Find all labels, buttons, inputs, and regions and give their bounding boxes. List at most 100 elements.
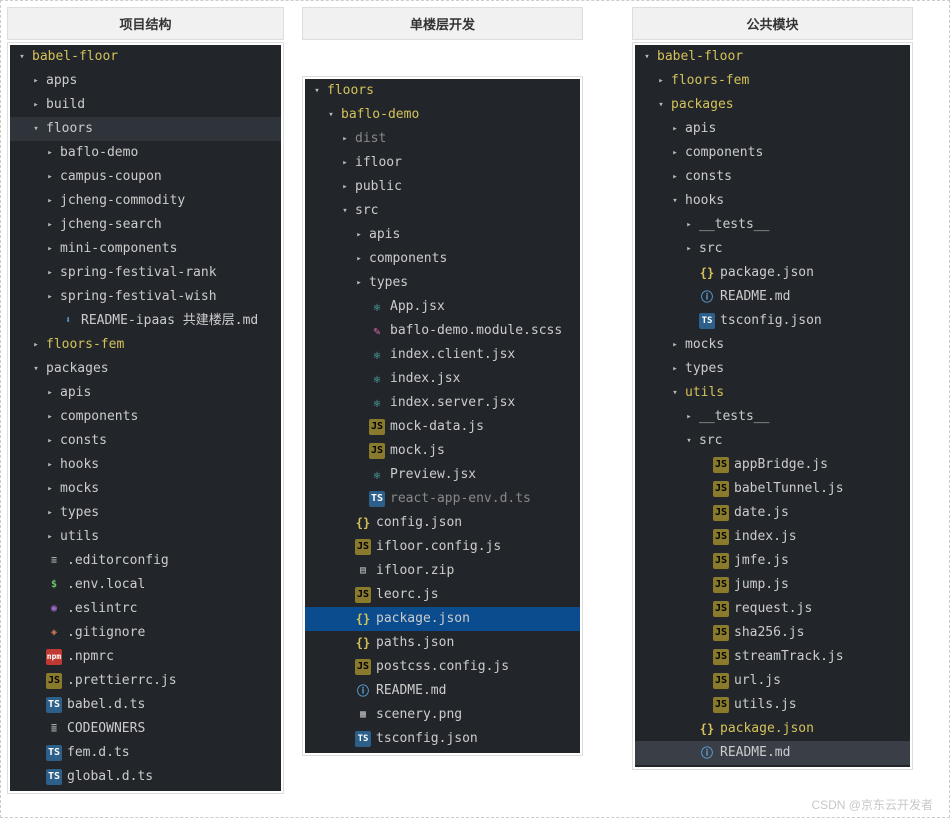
- chevron-right-icon[interactable]: [30, 93, 42, 117]
- chevron-down-icon[interactable]: [655, 93, 667, 117]
- chevron-right-icon[interactable]: [669, 165, 681, 189]
- chevron-right-icon[interactable]: [30, 69, 42, 93]
- tree-item[interactable]: types: [635, 357, 910, 381]
- tree-item[interactable]: spring-festival-wish: [10, 285, 281, 309]
- chevron-down-icon[interactable]: [669, 381, 681, 405]
- chevron-right-icon[interactable]: [683, 213, 695, 237]
- chevron-right-icon[interactable]: [669, 141, 681, 165]
- tree-item[interactable]: __tests__: [635, 405, 910, 429]
- chevron-right-icon[interactable]: [339, 175, 351, 199]
- chevron-right-icon[interactable]: [30, 333, 42, 357]
- tree-item[interactable]: utils: [635, 381, 910, 405]
- tree-item[interactable]: campus-coupon: [10, 165, 281, 189]
- tree-item[interactable]: mini-components: [10, 237, 281, 261]
- chevron-right-icon[interactable]: [655, 69, 667, 93]
- chevron-right-icon[interactable]: [44, 453, 56, 477]
- chevron-right-icon[interactable]: [353, 223, 365, 247]
- chevron-right-icon[interactable]: [339, 127, 351, 151]
- tree-item[interactable]: index.server.jsx: [305, 391, 580, 415]
- chevron-right-icon[interactable]: [44, 189, 56, 213]
- tree-item[interactable]: index.js: [635, 525, 910, 549]
- chevron-right-icon[interactable]: [353, 247, 365, 271]
- chevron-right-icon[interactable]: [44, 285, 56, 309]
- tree-item[interactable]: ifloor: [305, 151, 580, 175]
- tree-item[interactable]: babel-floor: [635, 45, 910, 69]
- tree-item[interactable]: mocks: [635, 333, 910, 357]
- chevron-right-icon[interactable]: [44, 381, 56, 405]
- tree-item[interactable]: README.md: [635, 285, 910, 309]
- tree-item[interactable]: ifloor.config.js: [305, 535, 580, 559]
- chevron-right-icon[interactable]: [44, 237, 56, 261]
- tree-item[interactable]: index.client.jsx: [305, 343, 580, 367]
- tree-item[interactable]: utils.js: [635, 693, 910, 717]
- tree-item[interactable]: scenery.png: [305, 703, 580, 727]
- tree-item[interactable]: types: [305, 271, 580, 295]
- tree-item[interactable]: babelTunnel.js: [635, 477, 910, 501]
- tree-item[interactable]: .prettierrc.js: [10, 669, 281, 693]
- tree-item[interactable]: components: [305, 247, 580, 271]
- tree-item[interactable]: src: [305, 199, 580, 223]
- chevron-right-icon[interactable]: [44, 261, 56, 285]
- tree-item[interactable]: README.md: [635, 741, 910, 765]
- chevron-right-icon[interactable]: [44, 477, 56, 501]
- tree-item[interactable]: baflo-demo.module.scss: [305, 319, 580, 343]
- chevron-down-icon[interactable]: [311, 79, 323, 103]
- tree-item[interactable]: spring-festival-rank: [10, 261, 281, 285]
- chevron-right-icon[interactable]: [44, 213, 56, 237]
- tree-item[interactable]: react-app-env.d.ts: [305, 487, 580, 511]
- tree-item[interactable]: floors: [10, 117, 281, 141]
- tree-item[interactable]: .env.local: [10, 573, 281, 597]
- tree-item[interactable]: __tests__: [635, 213, 910, 237]
- tree-item[interactable]: url.js: [635, 669, 910, 693]
- tree-item[interactable]: appBridge.js: [635, 453, 910, 477]
- tree-item[interactable]: consts: [635, 165, 910, 189]
- tree-item[interactable]: streamTrack.js: [635, 645, 910, 669]
- tree-item[interactable]: fem.d.ts: [10, 741, 281, 765]
- tree-item[interactable]: jcheng-commodity: [10, 189, 281, 213]
- tree-item[interactable]: components: [10, 405, 281, 429]
- chevron-right-icon[interactable]: [683, 237, 695, 261]
- tree-item[interactable]: floors-fem: [635, 69, 910, 93]
- chevron-right-icon[interactable]: [353, 271, 365, 295]
- chevron-right-icon[interactable]: [44, 165, 56, 189]
- chevron-right-icon[interactable]: [339, 151, 351, 175]
- chevron-down-icon[interactable]: [325, 103, 337, 127]
- tree-item[interactable]: baflo-demo: [305, 103, 580, 127]
- tree-item[interactable]: mock.js: [305, 439, 580, 463]
- tree-item[interactable]: postcss.config.js: [305, 655, 580, 679]
- tree-item[interactable]: index.jsx: [305, 367, 580, 391]
- tree-item[interactable]: sha256.js: [635, 621, 910, 645]
- tree-item[interactable]: floors-fem: [10, 333, 281, 357]
- tree-item[interactable]: README.md: [305, 679, 580, 703]
- tree-item[interactable]: package.json: [635, 717, 910, 741]
- chevron-down-icon[interactable]: [669, 189, 681, 213]
- chevron-right-icon[interactable]: [669, 333, 681, 357]
- tree-item[interactable]: mock-data.js: [305, 415, 580, 439]
- chevron-right-icon[interactable]: [44, 501, 56, 525]
- tree-item[interactable]: apis: [305, 223, 580, 247]
- tree-item[interactable]: types: [10, 501, 281, 525]
- chevron-right-icon[interactable]: [669, 357, 681, 381]
- tree-item[interactable]: utils: [10, 525, 281, 549]
- tree-item[interactable]: .editorconfig: [10, 549, 281, 573]
- tree-item[interactable]: build: [10, 93, 281, 117]
- tree-item[interactable]: apis: [10, 381, 281, 405]
- tree-item[interactable]: public: [305, 175, 580, 199]
- chevron-right-icon[interactable]: [683, 405, 695, 429]
- tree-item[interactable]: consts: [10, 429, 281, 453]
- tree-item[interactable]: apps: [10, 69, 281, 93]
- chevron-right-icon[interactable]: [44, 525, 56, 549]
- tree-item[interactable]: CODEOWNERS: [10, 717, 281, 741]
- tree-item[interactable]: date.js: [635, 501, 910, 525]
- chevron-down-icon[interactable]: [16, 45, 28, 69]
- tree-item[interactable]: jmfe.js: [635, 549, 910, 573]
- tree-item[interactable]: baflo-demo: [10, 141, 281, 165]
- tree-item[interactable]: Preview.jsx: [305, 463, 580, 487]
- tree-item[interactable]: src: [635, 237, 910, 261]
- tree-item[interactable]: hooks: [10, 453, 281, 477]
- chevron-down-icon[interactable]: [641, 45, 653, 69]
- tree-item[interactable]: config.json: [305, 511, 580, 535]
- tree-item[interactable]: mocks: [10, 477, 281, 501]
- chevron-down-icon[interactable]: [30, 357, 42, 381]
- tree-item[interactable]: global.d.ts: [10, 765, 281, 789]
